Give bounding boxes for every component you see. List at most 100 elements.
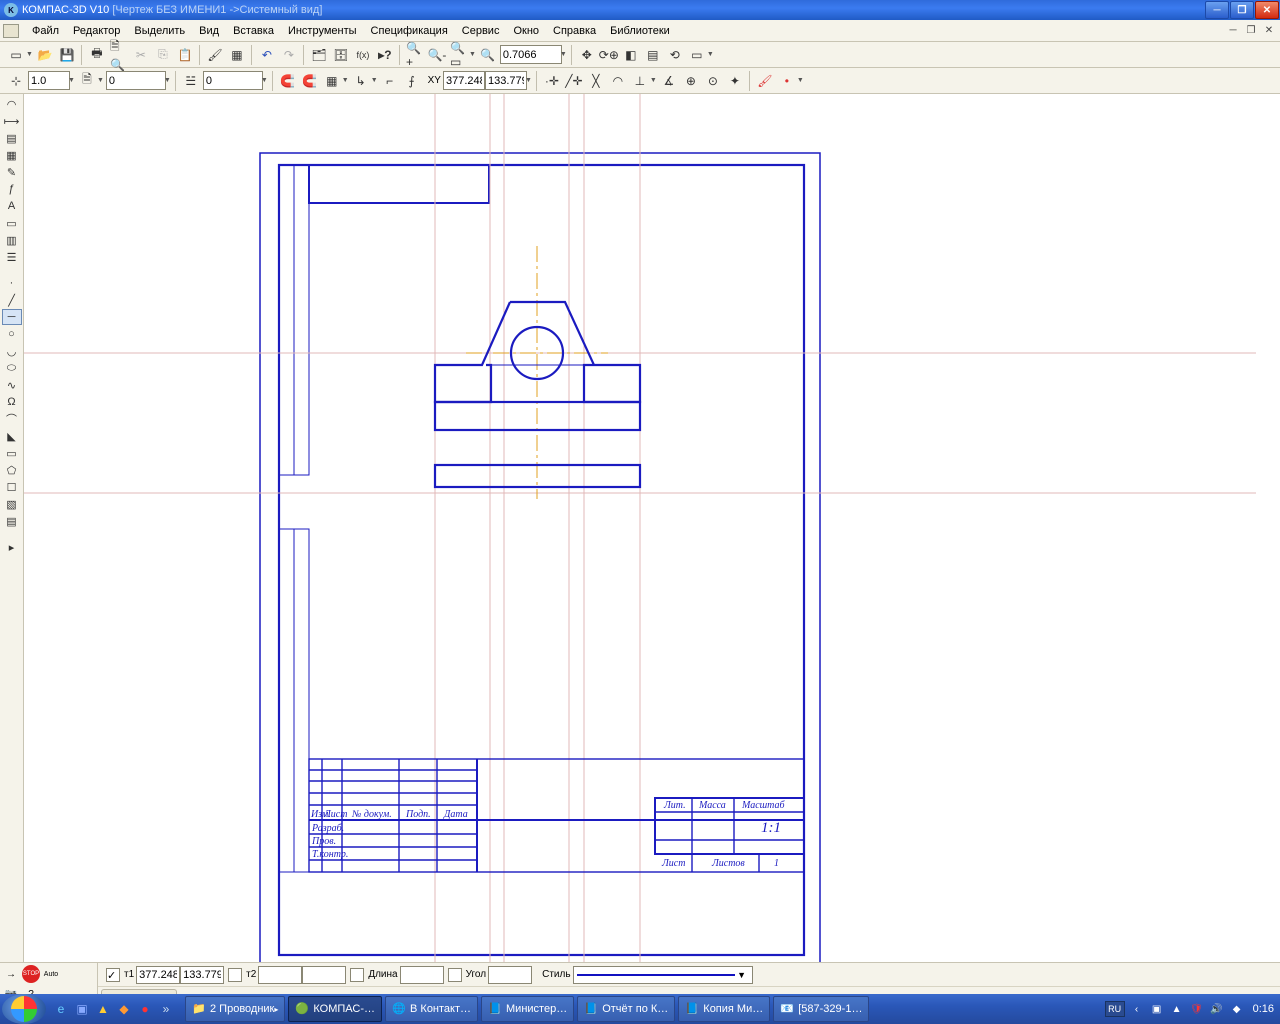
drawing-canvas[interactable]: Изм. Лист № докум. Подп. Дата Разраб. Пр… [24,94,1280,962]
ortho-icon[interactable]: ↳ [351,71,371,91]
tray-shield-icon[interactable]: 🛡 [1189,1001,1205,1017]
snap-mid-icon[interactable]: ╱✛ [564,71,584,91]
snap-norm-icon[interactable]: ⊥ [630,71,650,91]
len-lock[interactable] [350,968,364,982]
tray-expand-icon[interactable]: ‹ [1129,1001,1145,1017]
properties-icon[interactable]: 🖌 [205,45,225,65]
close-button[interactable]: ✕ [1255,1,1279,19]
snap-ext-icon[interactable]: ✦ [725,71,745,91]
menu-spec[interactable]: Спецификация [364,23,455,39]
circle-tool-icon[interactable]: ○ [2,326,22,342]
tree-icon[interactable]: 🗄 [331,45,351,65]
coord-x-field[interactable] [443,71,485,90]
t2-y-field[interactable] [302,966,346,984]
ql-icon-2[interactable]: ▣ [73,1000,91,1018]
ql-more-icon[interactable]: » [157,1000,175,1018]
shade-icon[interactable]: ▤ [643,45,663,65]
fillet-tool-icon[interactable]: ⌒ [2,411,22,427]
dim-panel-icon[interactable]: ⟼ [2,113,22,129]
task-mail[interactable]: 📧[587-329-1… [773,996,869,1022]
measure-panel-icon[interactable]: A [2,198,22,214]
point-tool-icon[interactable]: · [2,275,22,291]
select-panel-icon[interactable]: ▭ [2,215,22,231]
vars-icon[interactable]: f(x) [353,45,373,65]
spec-panel-icon[interactable]: ☰ [2,249,22,265]
snap-tan-icon[interactable]: ◠ [608,71,628,91]
step-icon[interactable]: ⊹ [6,71,26,91]
stop-icon[interactable]: STOP [22,965,40,983]
ql-icon-3[interactable]: ▲ [94,1000,112,1018]
rect-tool-icon[interactable]: ▭ [2,445,22,461]
task-word1[interactable]: 📘Министер… [481,996,574,1022]
zoomin-icon[interactable]: 🔍+ [405,45,425,65]
minimize-button[interactable]: ─ [1205,1,1229,19]
pan-icon[interactable]: ✥ [577,45,597,65]
task-word3[interactable]: 📘Копия Ми… [678,996,770,1022]
zoomout-icon[interactable]: 🔍- [427,45,447,65]
step-combo[interactable] [28,71,70,90]
menu-service[interactable]: Сервис [455,23,507,39]
task-vk[interactable]: 🌐В Контакт… [385,996,478,1022]
t1-x-field[interactable] [136,966,180,984]
undo-icon[interactable]: ↶ [257,45,277,65]
aux-line-tool-icon[interactable]: ╱ [2,292,22,308]
doc-icon[interactable]: ▦ [227,45,247,65]
snap-near-icon[interactable]: ·✛ [542,71,562,91]
menu-insert[interactable]: Вставка [226,23,281,39]
menu-view[interactable]: Вид [192,23,226,39]
mdi-close-icon[interactable]: ✕ [1262,25,1276,37]
t1-lock[interactable]: ✓ [106,968,120,982]
ang-lock[interactable] [448,968,462,982]
menu-tools[interactable]: Инструменты [281,23,364,39]
maximize-button[interactable]: ❐ [1230,1,1254,19]
cut-icon[interactable]: ✂ [131,45,151,65]
ql-icon-4[interactable]: ◆ [115,1000,133,1018]
lang-indicator[interactable]: RU [1105,1001,1125,1017]
magnet-off-icon[interactable]: 🧲 [300,71,320,91]
grid-icon[interactable]: ▦ [322,71,342,91]
equid-tool-icon[interactable]: ▧ [2,496,22,512]
whatsthis-icon[interactable]: ▸? [375,45,395,65]
ql-icon-5[interactable]: ● [136,1000,154,1018]
overlap-icon[interactable]: ▭ [687,45,707,65]
chamfer-tool-icon[interactable]: ◣ [2,428,22,444]
length-field[interactable] [400,966,444,984]
manager-icon[interactable]: 🗂 [309,45,329,65]
coord-y-field[interactable] [485,71,527,90]
param-icon[interactable]: ⨍ [402,71,422,91]
spline-tool-icon[interactable]: ∿ [2,377,22,393]
arc-tool-icon[interactable]: ◡ [2,343,22,359]
auto-icon[interactable]: Auto [42,965,60,983]
view-icon[interactable]: 🗎 [77,71,97,91]
paste-icon[interactable]: 📋 [175,45,195,65]
copy-icon[interactable]: ⎘ [153,45,173,65]
save-icon[interactable]: 💾 [57,45,77,65]
zoomrotate-icon[interactable]: ⟳⊕ [599,45,619,65]
task-kompas[interactable]: 🟢КОМПАС-… [288,996,382,1022]
local-cs-icon[interactable]: ⌐ [380,71,400,91]
zoomwindow-icon[interactable]: 🔍▭ [449,45,469,65]
preview-icon[interactable]: 🗎🔍 [109,45,129,65]
brush-icon[interactable]: 🖌 [755,71,775,91]
ie-icon[interactable]: e [52,1000,70,1018]
snap-angle-icon[interactable]: ∡ [659,71,679,91]
menu-window[interactable]: Окно [506,23,546,39]
dim-point-icon[interactable]: • [777,71,797,91]
menu-libs[interactable]: Библиотеки [603,23,677,39]
ellipse-tool-icon[interactable]: ⬭ [2,360,22,376]
contour-tool-icon[interactable]: ☐ [2,479,22,495]
snap-center-icon[interactable]: ⊙ [703,71,723,91]
layer-icon[interactable]: ☱ [181,71,201,91]
tray-icon-5[interactable]: ◆ [1229,1001,1245,1017]
menu-help[interactable]: Справка [546,23,603,39]
view-combo[interactable] [106,71,166,90]
t1-y-field[interactable] [180,966,224,984]
zoomscale-icon[interactable]: 🔍 [478,45,498,65]
task-explorer[interactable]: 📁2 Проводник ▸ [185,996,285,1022]
snap-int-icon[interactable]: ╳ [586,71,606,91]
expand-icon[interactable]: ▸ [2,539,22,555]
geom-panel-icon[interactable]: ◠ [2,96,22,112]
assoc-panel-icon[interactable]: ▥ [2,232,22,248]
segment-tool-icon[interactable]: ─ [2,309,22,325]
task-word2[interactable]: 📘Отчёт по К… [577,996,675,1022]
